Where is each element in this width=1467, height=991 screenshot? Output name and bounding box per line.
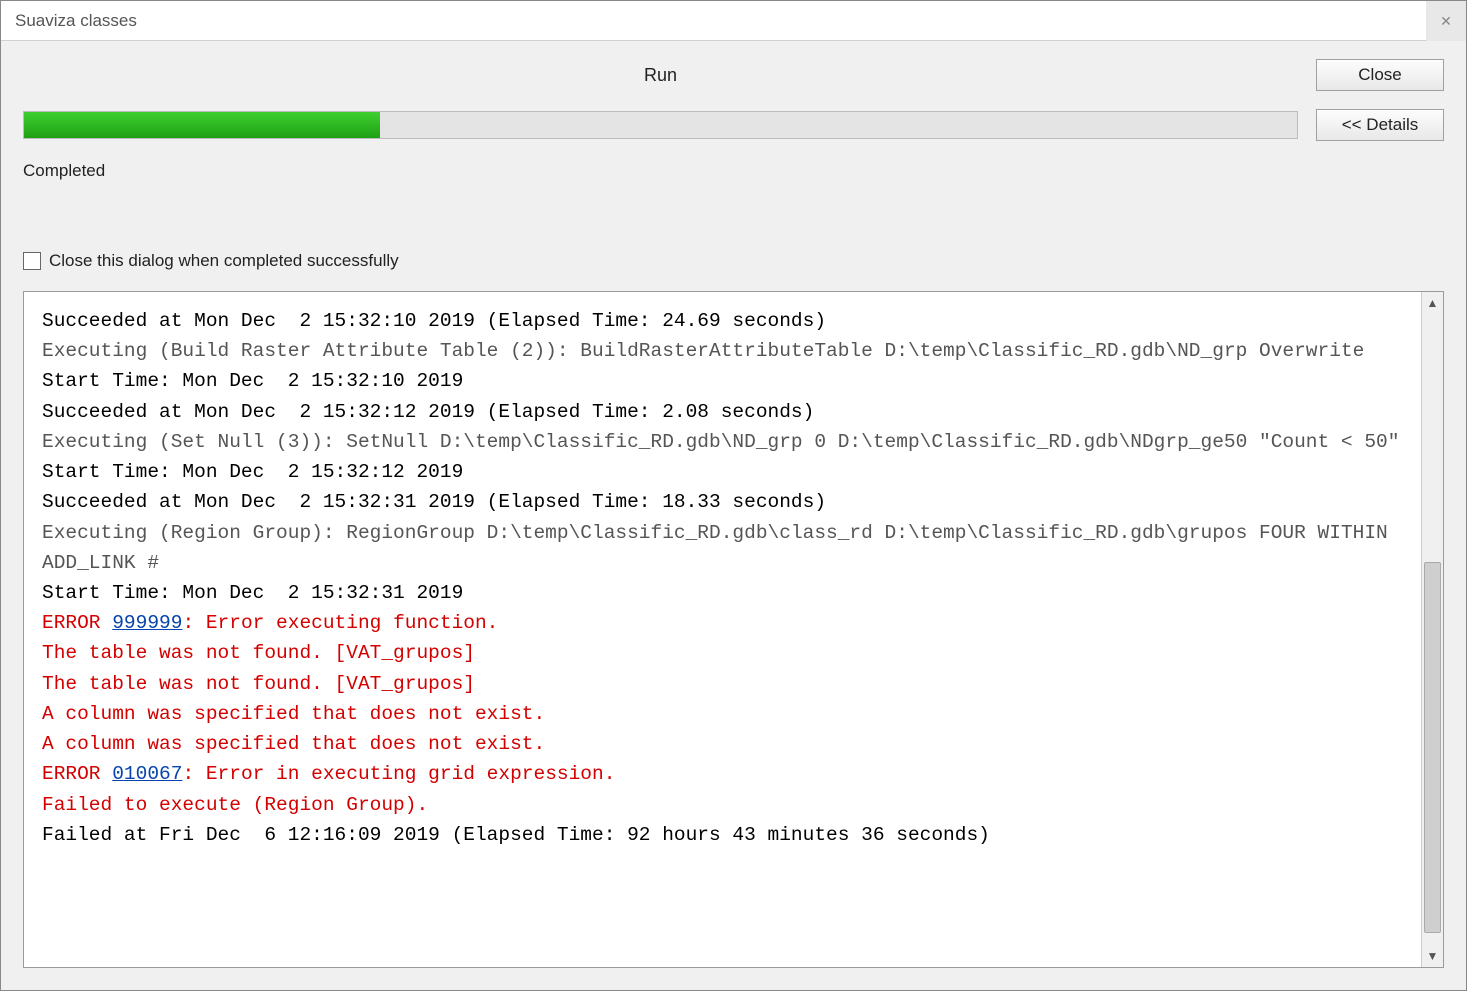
log-line: The table was not found. [VAT_grupos] bbox=[42, 638, 1411, 668]
status-text: Completed bbox=[23, 161, 1444, 181]
log-line: Failed at Fri Dec 6 12:16:09 2019 (Elaps… bbox=[42, 820, 1411, 850]
details-button[interactable]: << Details bbox=[1316, 109, 1444, 141]
log-line: The table was not found. [VAT_grupos] bbox=[42, 669, 1411, 699]
window-close-button[interactable]: ✕ bbox=[1426, 1, 1466, 41]
log-line: Start Time: Mon Dec 2 15:32:31 2019 bbox=[42, 578, 1411, 608]
log-line: ERROR 999999: Error executing function. bbox=[42, 608, 1411, 638]
log-panel: Succeeded at Mon Dec 2 15:32:10 2019 (El… bbox=[23, 291, 1444, 968]
close-icon: ✕ bbox=[1440, 13, 1452, 30]
close-button-label: Close bbox=[1358, 65, 1401, 84]
details-button-label: << Details bbox=[1342, 115, 1419, 134]
log-line: Succeeded at Mon Dec 2 15:32:31 2019 (El… bbox=[42, 487, 1411, 517]
log-line: Executing (Region Group): RegionGroup D:… bbox=[42, 518, 1411, 578]
log-output[interactable]: Succeeded at Mon Dec 2 15:32:10 2019 (El… bbox=[24, 292, 1421, 967]
log-line: Failed to execute (Region Group). bbox=[42, 790, 1411, 820]
close-button[interactable]: Close bbox=[1316, 59, 1444, 91]
progress-fill bbox=[24, 112, 380, 138]
close-on-success-label: Close this dialog when completed success… bbox=[49, 251, 399, 271]
log-line: A column was specified that does not exi… bbox=[42, 729, 1411, 759]
log-line: Succeeded at Mon Dec 2 15:32:12 2019 (El… bbox=[42, 397, 1411, 427]
log-line: Succeeded at Mon Dec 2 15:32:10 2019 (El… bbox=[42, 306, 1411, 336]
run-label: Run bbox=[23, 65, 1298, 86]
log-line: Executing (Set Null (3)): SetNull D:\tem… bbox=[42, 427, 1411, 457]
log-line: A column was specified that does not exi… bbox=[42, 699, 1411, 729]
error-code-link[interactable]: 010067 bbox=[112, 763, 182, 785]
window-title: Suaviza classes bbox=[15, 11, 137, 31]
progress-row: << Details bbox=[23, 109, 1444, 141]
dialog-body: Run Close << Details Completed Close thi… bbox=[1, 41, 1466, 281]
close-on-success-row[interactable]: Close this dialog when completed success… bbox=[23, 251, 1444, 271]
log-line: Start Time: Mon Dec 2 15:32:10 2019 bbox=[42, 366, 1411, 396]
scroll-thumb[interactable] bbox=[1424, 562, 1441, 933]
error-code-link[interactable]: 999999 bbox=[112, 612, 182, 634]
title-bar: Suaviza classes ✕ bbox=[1, 1, 1466, 41]
dialog-window: Suaviza classes ✕ Run Close << Details C… bbox=[0, 0, 1467, 991]
run-row: Run Close bbox=[23, 59, 1444, 91]
scrollbar[interactable]: ▲ ▼ bbox=[1421, 292, 1443, 967]
log-line: Executing (Build Raster Attribute Table … bbox=[42, 336, 1411, 366]
progress-bar bbox=[23, 111, 1298, 139]
scroll-down-icon[interactable]: ▼ bbox=[1422, 945, 1443, 967]
log-line: ERROR 010067: Error in executing grid ex… bbox=[42, 759, 1411, 789]
log-line: Start Time: Mon Dec 2 15:32:12 2019 bbox=[42, 457, 1411, 487]
scroll-up-icon[interactable]: ▲ bbox=[1422, 292, 1443, 314]
close-on-success-checkbox[interactable] bbox=[23, 252, 41, 270]
